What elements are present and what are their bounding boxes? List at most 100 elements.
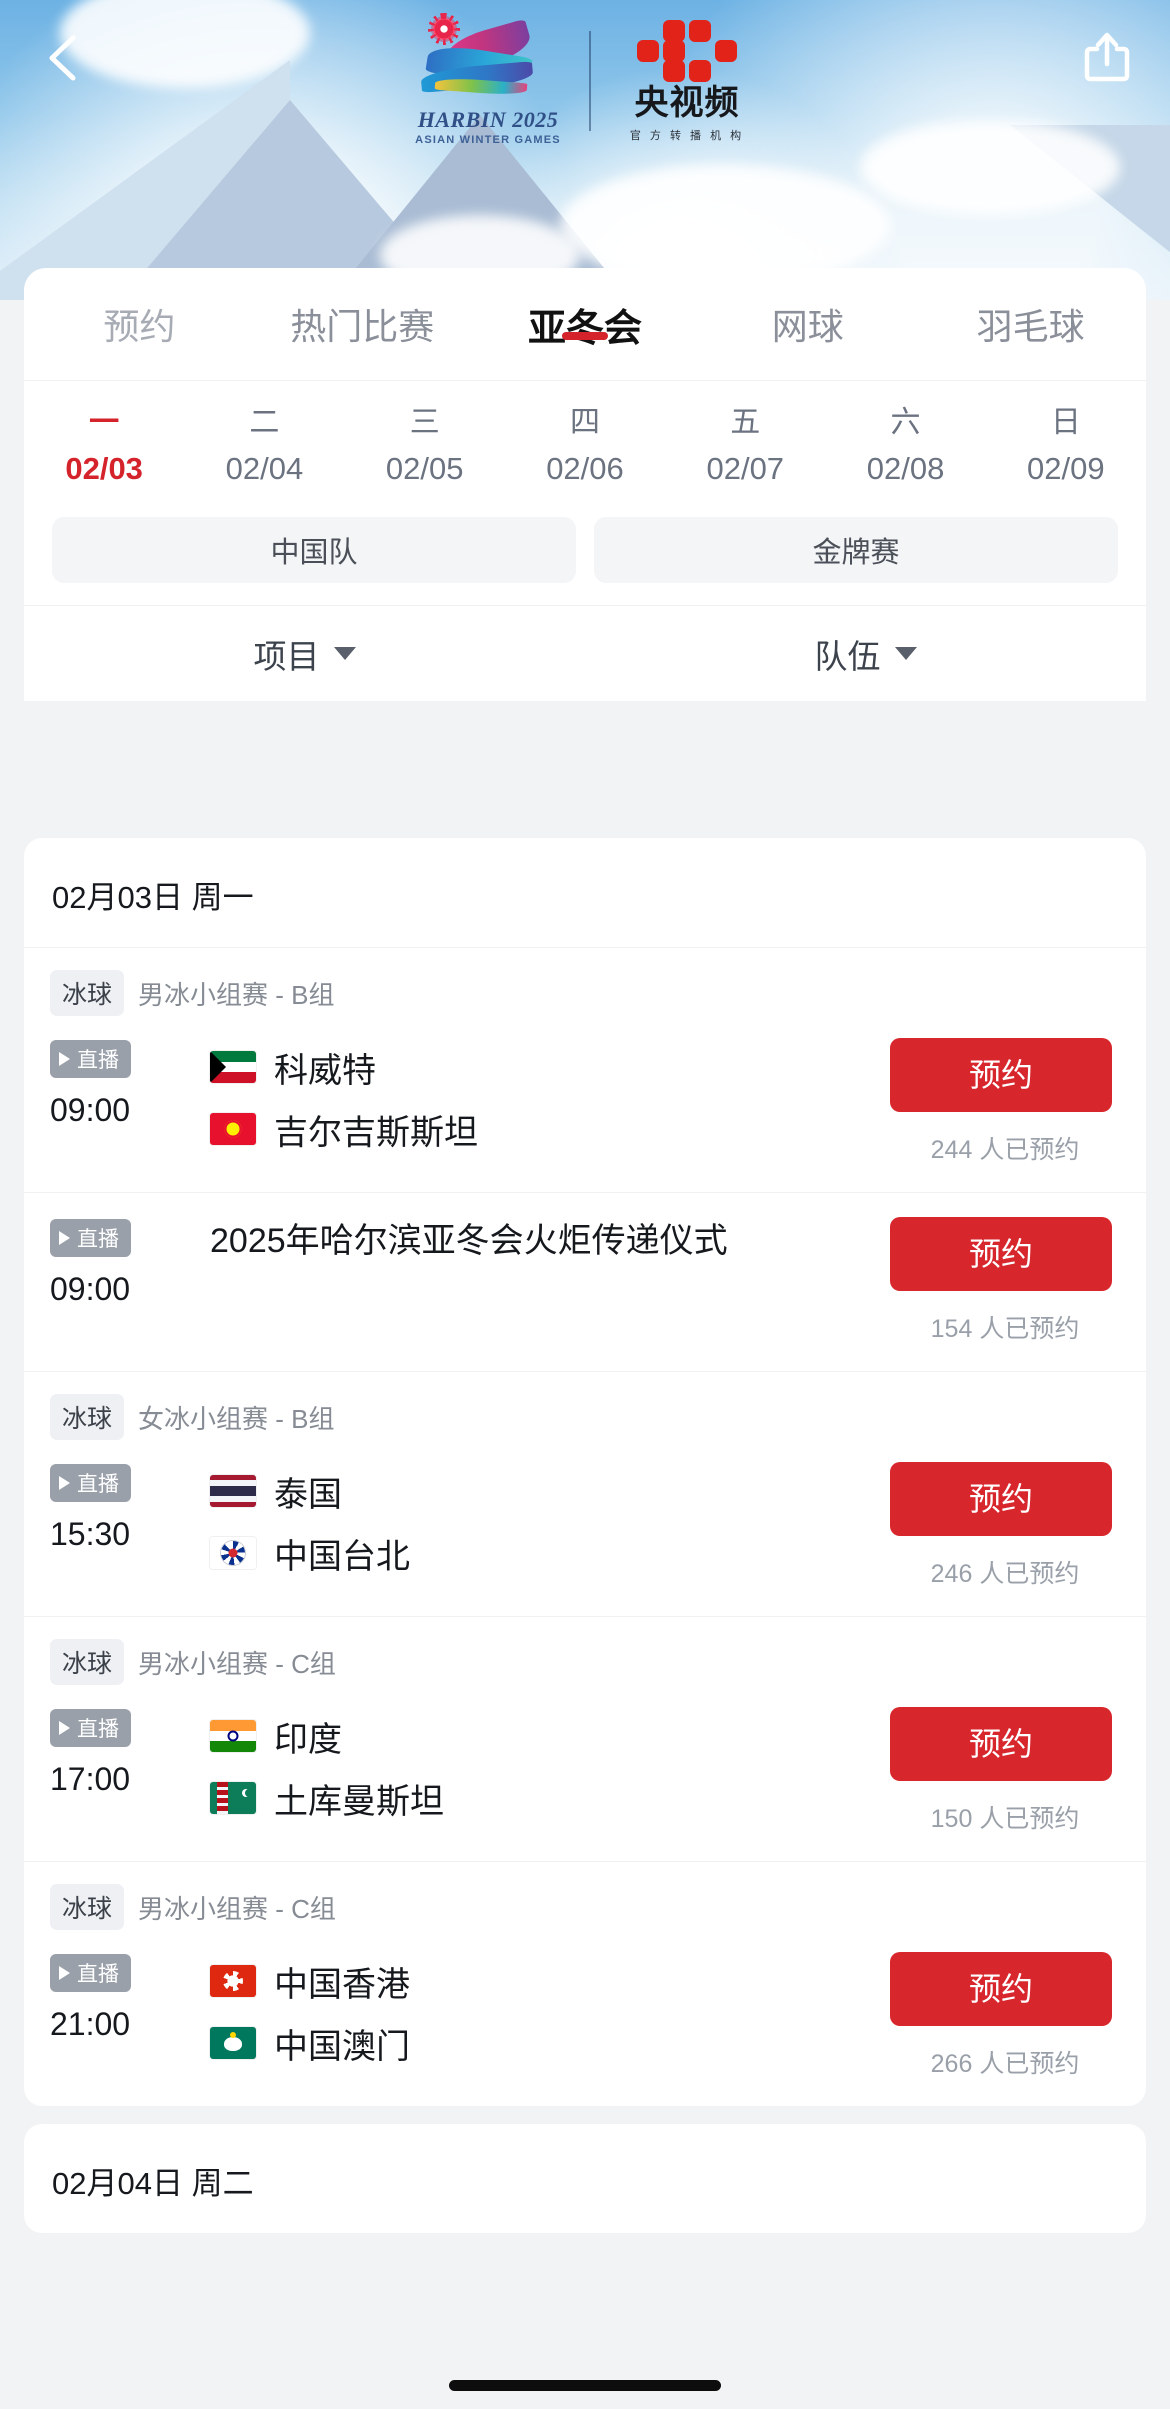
tab-4[interactable]: 羽毛球 bbox=[919, 298, 1142, 350]
sport-tag: 冰球 bbox=[50, 1639, 125, 1685]
tab-3[interactable]: 网球 bbox=[696, 298, 919, 350]
team-line: 土库曼斯坦 bbox=[210, 1767, 890, 1829]
match-body: 直播 09:00 科威特 吉尔吉斯斯坦 预约 244 人已预约 bbox=[50, 1036, 1120, 1166]
match-row[interactable]: 冰球 男冰小组赛 - C组 直播 17:00 印度 土库曼斯坦 预约 150 人已预约 bbox=[24, 1616, 1146, 1861]
book-button[interactable]: 预约 bbox=[890, 1952, 1112, 2026]
filter-dropdown-0[interactable]: 项目 bbox=[24, 630, 585, 678]
match-body: 直播 09:00 2025年哈尔滨亚冬会火炬传递仪式 预约 154 人已预约 bbox=[50, 1215, 1120, 1345]
date-weekday: 五 bbox=[730, 406, 761, 439]
stage-label: 男冰小组赛 - C组 bbox=[138, 1648, 336, 1679]
event-title: 2025年哈尔滨亚冬会火炬传递仪式 bbox=[210, 1222, 728, 1260]
date-cell-02-03[interactable]: 一 02/03 bbox=[24, 397, 184, 487]
booking-count: 150 人已预约 bbox=[930, 1805, 1080, 1833]
match-time: 21:00 bbox=[50, 2006, 131, 2042]
date-weekday: 三 bbox=[409, 406, 440, 439]
match-inner: 冰球 女冰小组赛 - B组 直播 15:30 泰国 中国台北 预约 246 人已预约 bbox=[50, 1394, 1120, 1590]
filter-chip-label: 中国队 bbox=[270, 537, 358, 569]
date-number: 02/07 bbox=[706, 451, 785, 486]
yangshipin-logo-icon bbox=[633, 19, 741, 82]
live-badge-label: 直播 bbox=[77, 1718, 119, 1741]
stage-label: 男冰小组赛 - B组 bbox=[138, 979, 335, 1010]
match-time: 15:30 bbox=[50, 1516, 131, 1552]
tab-2[interactable]: 亚冬会 bbox=[474, 297, 697, 352]
schedule-list[interactable]: 02月03日 周一 冰球 男冰小组赛 - B组 直播 09:00 科威特 吉尔吉斯斯坦 预约 2… bbox=[24, 838, 1146, 2409]
match-time: 09:00 bbox=[50, 1092, 131, 1128]
harbin-logo-subtitle: ASIAN WINTER GAMES bbox=[415, 134, 561, 147]
logo-lockup: HARBIN 2025 ASIAN WINTER GAMES 央视频 官 方 转… bbox=[413, 16, 757, 146]
match-row[interactable]: 冰球 女冰小组赛 - B组 直播 15:30 泰国 中国台北 预约 246 人已预约 bbox=[24, 1371, 1146, 1616]
team-line: 中国台北 bbox=[210, 1522, 890, 1584]
filter-chip-1[interactable]: 金牌赛 bbox=[594, 517, 1118, 583]
live-badge: 直播 bbox=[50, 1709, 131, 1747]
match-content: 2025年哈尔滨亚冬会火炬传递仪式 bbox=[200, 1215, 890, 1265]
action-column: 预约 266 人已预约 bbox=[890, 1950, 1120, 2080]
thailand-flag-icon bbox=[210, 1475, 256, 1507]
match-meta: 冰球 男冰小组赛 - C组 bbox=[50, 1639, 1120, 1685]
match-row[interactable]: 冰球 男冰小组赛 - C组 直播 21:00 中国香港 中国澳门 预约 266 人已预约 bbox=[24, 1861, 1146, 2106]
filter-dropdown-1[interactable]: 队伍 bbox=[585, 630, 1146, 678]
play-icon bbox=[59, 1476, 70, 1490]
date-cell-02-08[interactable]: 六 02/08 bbox=[825, 397, 985, 487]
booking-count: 244 人已预约 bbox=[930, 1136, 1080, 1164]
time-column: 直播 09:00 bbox=[50, 1215, 200, 1308]
chinese-taipei-flag-icon bbox=[210, 1537, 256, 1569]
action-column: 预约 150 人已预约 bbox=[890, 1705, 1120, 1835]
date-cell-02-07[interactable]: 五 02/07 bbox=[665, 397, 825, 487]
team-name: 土库曼斯坦 bbox=[274, 1782, 444, 1821]
turkmenistan-flag-icon bbox=[210, 1782, 256, 1814]
date-number: 02/09 bbox=[1027, 451, 1105, 486]
live-badge-label: 直播 bbox=[77, 1228, 119, 1251]
filter-bar: 项目 队伍 bbox=[24, 605, 1146, 701]
broadcaster-name: 央视频 bbox=[634, 83, 740, 122]
filter-chip-0[interactable]: 中国队 bbox=[52, 517, 576, 583]
chevron-down-icon bbox=[333, 647, 356, 660]
match-time: 17:00 bbox=[50, 1761, 131, 1797]
match-row[interactable]: 冰球 男冰小组赛 - B组 直播 09:00 科威特 吉尔吉斯斯坦 预约 244 人已预约 bbox=[24, 947, 1146, 1192]
live-badge-label: 直播 bbox=[77, 1963, 119, 1986]
tab-1[interactable]: 热门比赛 bbox=[251, 298, 474, 350]
tab-0[interactable]: 预约 bbox=[28, 298, 251, 350]
day-header: 02月03日 周一 bbox=[52, 880, 254, 915]
date-weekday: 日 bbox=[1050, 406, 1081, 439]
match-body: 直播 21:00 中国香港中国澳门 预约 266 人已预约 bbox=[50, 1950, 1120, 2080]
india-flag-icon bbox=[210, 1720, 256, 1752]
back-button[interactable] bbox=[36, 30, 92, 86]
team-line: 中国香港 bbox=[210, 1950, 890, 2012]
book-button[interactable]: 预约 bbox=[890, 1462, 1112, 1536]
tab-label: 羽毛球 bbox=[976, 306, 1085, 347]
play-icon bbox=[59, 1231, 70, 1245]
time-column: 直播 09:00 bbox=[50, 1036, 200, 1129]
tab-label: 网球 bbox=[771, 306, 844, 347]
book-button[interactable]: 预约 bbox=[890, 1217, 1112, 1291]
tab-label: 预约 bbox=[103, 306, 176, 347]
harbin-2025-logo: HARBIN 2025 ASIAN WINTER GAMES bbox=[413, 16, 563, 146]
booking-count: 154 人已预约 bbox=[930, 1315, 1080, 1343]
action-column: 预约 244 人已预约 bbox=[890, 1036, 1120, 1166]
match-inner: 冰球 男冰小组赛 - B组 直播 09:00 科威特 吉尔吉斯斯坦 预约 244 人已预约 bbox=[50, 970, 1120, 1166]
filter-label: 项目 bbox=[253, 637, 320, 675]
book-button[interactable]: 预约 bbox=[890, 1038, 1112, 1112]
top-panel: 预约 热门比赛 亚冬会 网球 羽毛球 一 02/03 二 02/04 三 02/05 四 02/06 五… bbox=[24, 268, 1146, 701]
action-column: 预约 246 人已预约 bbox=[890, 1460, 1120, 1590]
date-cell-02-06[interactable]: 四 02/06 bbox=[505, 397, 665, 487]
team-name: 中国澳门 bbox=[274, 2027, 410, 2066]
time-column: 直播 17:00 bbox=[50, 1705, 200, 1798]
broadcaster-subtitle: 官 方 转 播 机 构 bbox=[629, 129, 745, 142]
play-icon bbox=[59, 1052, 70, 1066]
date-number: 02/05 bbox=[385, 451, 464, 486]
match-row[interactable]: 直播 09:00 2025年哈尔滨亚冬会火炬传递仪式 预约 154 人已预约 bbox=[24, 1192, 1146, 1371]
date-cell-02-05[interactable]: 三 02/05 bbox=[345, 397, 505, 487]
app-root: HARBIN 2025 ASIAN WINTER GAMES 央视频 官 方 转… bbox=[0, 0, 1170, 2409]
date-cell-02-09[interactable]: 日 02/09 bbox=[986, 397, 1146, 487]
date-cell-02-04[interactable]: 二 02/04 bbox=[184, 397, 344, 487]
match-body: 直播 15:30 泰国 中国台北 预约 246 人已预约 bbox=[50, 1460, 1120, 1590]
stage-label: 女冰小组赛 - B组 bbox=[138, 1403, 335, 1434]
team-name: 中国台北 bbox=[274, 1537, 410, 1576]
book-button[interactable]: 预约 bbox=[890, 1707, 1112, 1781]
hong-kong-flag-icon bbox=[210, 1965, 256, 1997]
sport-tag: 冰球 bbox=[50, 970, 125, 1016]
date-number: 02/06 bbox=[546, 451, 624, 486]
play-icon bbox=[59, 1966, 70, 1980]
match-body: 直播 17:00 印度 土库曼斯坦 预约 150 人已预约 bbox=[50, 1705, 1120, 1835]
share-button[interactable] bbox=[1080, 28, 1138, 86]
